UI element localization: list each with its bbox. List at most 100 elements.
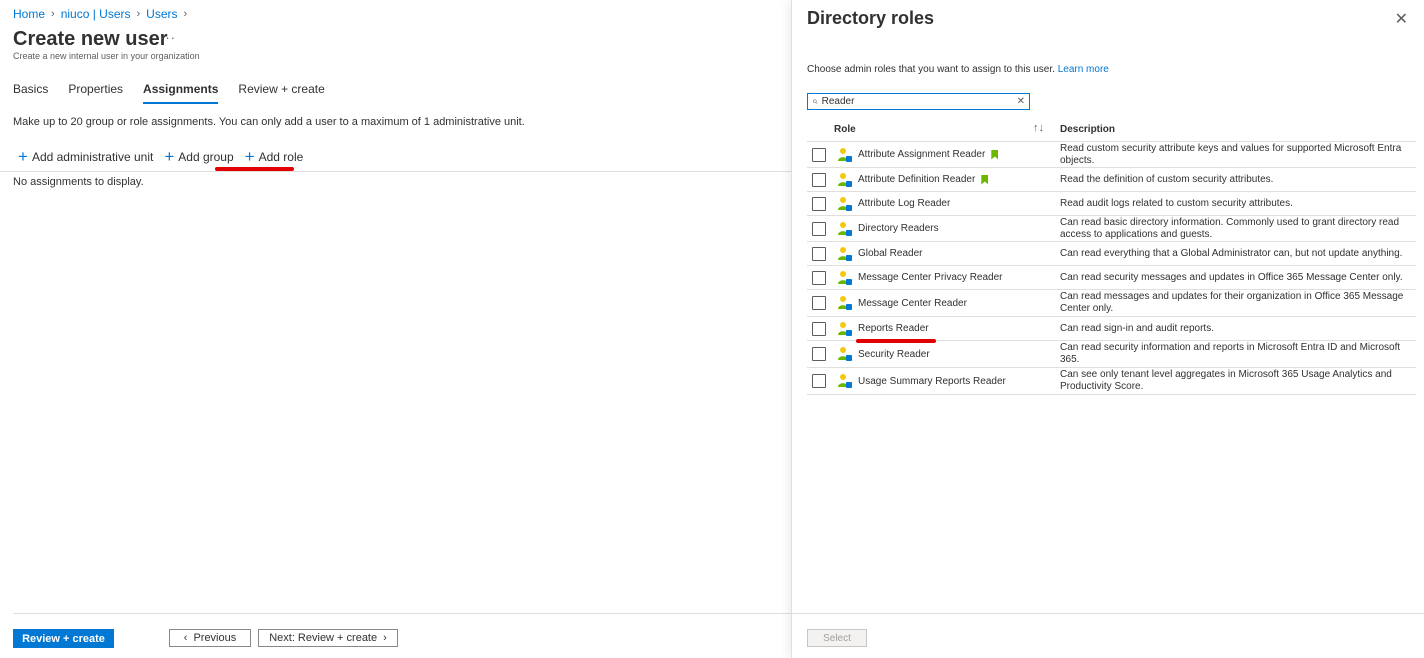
bookmark-icon xyxy=(991,149,999,160)
role-name: Attribute Definition Reader xyxy=(858,174,976,185)
clear-search-icon[interactable]: ✕ xyxy=(1017,96,1025,107)
role-checkbox[interactable] xyxy=(812,270,826,285)
breadcrumb-home[interactable]: Home xyxy=(13,7,45,21)
role-checkbox[interactable] xyxy=(812,296,826,310)
role-description: Read custom security attribute keys and … xyxy=(1060,142,1402,166)
role-name: Reports Reader xyxy=(858,323,929,334)
role-row[interactable]: Attribute Assignment Reader Read custom s… xyxy=(807,142,1416,168)
tab-assignments[interactable]: Assignments xyxy=(143,82,219,104)
role-description: Read audit logs related to custom securi… xyxy=(1060,197,1293,209)
add-group-label: Add group xyxy=(178,150,234,164)
role-name-cell: Global Reader xyxy=(858,248,922,259)
close-icon[interactable]: ✕ xyxy=(1395,9,1408,29)
role-row[interactable]: Security Reader Can read security informa… xyxy=(807,341,1416,368)
add-role-button[interactable]: + Add role xyxy=(244,147,304,166)
column-header-role[interactable]: Role xyxy=(834,124,856,135)
plus-icon: + xyxy=(164,147,175,166)
chevron-right-icon: › xyxy=(136,8,141,20)
role-name-cell: Attribute Definition Reader xyxy=(858,174,989,185)
tab-review-create[interactable]: Review + create xyxy=(238,82,324,104)
role-name: Message Center Privacy Reader xyxy=(858,272,1003,283)
role-user-icon xyxy=(837,321,853,337)
learn-more-link[interactable]: Learn more xyxy=(1058,64,1109,75)
breadcrumb-niuco-users[interactable]: niuco | Users xyxy=(61,7,131,21)
panel-description-text: Choose admin roles that you want to assi… xyxy=(807,64,1055,75)
add-role-label: Add role xyxy=(258,150,304,164)
role-name-cell: Security Reader xyxy=(858,349,930,360)
reports-reader-highlight-mark xyxy=(856,339,936,343)
role-checkbox[interactable] xyxy=(812,246,826,261)
plus-icon: + xyxy=(244,147,255,166)
role-description: Can read security messages and updates i… xyxy=(1060,271,1403,283)
search-value[interactable]: Reader xyxy=(822,96,1017,107)
role-user-icon xyxy=(837,196,853,212)
role-row[interactable]: Attribute Definition Reader Read the defi… xyxy=(807,168,1416,192)
role-name-cell: Message Center Privacy Reader xyxy=(858,272,1003,283)
panel-title: Directory roles xyxy=(807,8,935,28)
role-row[interactable]: Message Center Privacy Reader Can read se… xyxy=(807,266,1416,290)
empty-assignments-message: No assignments to display. xyxy=(13,176,144,188)
role-description: Can read basic directory information. Co… xyxy=(1060,216,1400,240)
role-row[interactable]: Global Reader Can read everything that a … xyxy=(807,242,1416,266)
role-description: Can read sign-in and audit reports. xyxy=(1060,322,1214,334)
role-user-icon xyxy=(837,172,853,188)
previous-label: Previous xyxy=(193,632,237,644)
role-row[interactable]: Usage Summary Reports Reader Can see only… xyxy=(807,368,1416,395)
panel-description: Choose admin roles that you want to assi… xyxy=(807,64,1109,75)
role-search-input[interactable]: ⌕ Reader ✕ xyxy=(807,93,1030,110)
previous-button[interactable]: ‹ Previous xyxy=(169,629,251,647)
role-checkbox[interactable] xyxy=(812,321,826,336)
role-user-icon xyxy=(837,270,853,286)
role-row[interactable]: Attribute Log Reader Read audit logs rela… xyxy=(807,192,1416,216)
role-row[interactable]: Reports Reader Can read sign-in and audit… xyxy=(807,317,1416,341)
add-administrative-unit-button[interactable]: + Add administrative unit xyxy=(18,147,153,166)
role-user-icon xyxy=(837,373,853,389)
plus-icon: + xyxy=(18,147,28,166)
page-title: Create new user xyxy=(13,28,168,50)
page-subtitle: Create a new internal user in your organ… xyxy=(13,51,200,61)
role-row[interactable]: Directory Readers Can read basic director… xyxy=(807,216,1416,242)
role-checkbox[interactable] xyxy=(812,172,826,187)
next-review-create-button[interactable]: Next: Review + create › xyxy=(258,629,398,647)
role-description: Can read messages and updates for their … xyxy=(1060,291,1404,314)
role-name-cell: Usage Summary Reports Reader xyxy=(858,376,1006,387)
next-label: Next: Review + create xyxy=(269,632,378,644)
select-button[interactable]: Select xyxy=(807,629,867,647)
role-checkbox[interactable] xyxy=(812,347,826,361)
roles-table-body: Attribute Assignment Reader Read custom s… xyxy=(807,142,1416,395)
role-name: Attribute Assignment Reader xyxy=(858,149,986,160)
bookmark-icon xyxy=(981,174,989,185)
role-checkbox[interactable] xyxy=(812,221,826,236)
add-group-button[interactable]: + Add group xyxy=(164,147,234,166)
role-name-cell: Attribute Assignment Reader xyxy=(858,149,999,160)
role-checkbox[interactable] xyxy=(812,196,826,211)
role-name: Directory Readers xyxy=(858,223,939,234)
breadcrumb-users[interactable]: Users xyxy=(146,7,177,21)
role-name-cell: Message Center Reader xyxy=(858,298,967,309)
tab-list: Basics Properties Assignments Review + c… xyxy=(13,82,325,104)
assignment-toolbar: + Add administrative unit + Add group + … xyxy=(18,147,304,166)
role-description: Can see only tenant level aggregates in … xyxy=(1060,369,1392,392)
directory-roles-panel: Directory roles ✕ Choose admin roles tha… xyxy=(791,0,1424,658)
more-options-icon[interactable]: ··· xyxy=(160,30,176,45)
role-name: Message Center Reader xyxy=(858,297,967,309)
role-row[interactable]: Message Center Reader Can read messages a… xyxy=(807,290,1416,317)
tab-basics[interactable]: Basics xyxy=(13,82,48,104)
role-name-cell: Attribute Log Reader xyxy=(858,198,950,209)
role-name: Global Reader xyxy=(858,248,923,259)
role-checkbox[interactable] xyxy=(812,374,826,388)
chevron-right-icon: › xyxy=(51,8,55,20)
chevron-right-icon: › xyxy=(183,8,188,20)
assignment-info-text: Make up to 20 group or role assignments.… xyxy=(13,116,525,128)
sort-icon[interactable]: ↑↓ xyxy=(1033,122,1044,134)
tab-properties[interactable]: Properties xyxy=(68,82,123,104)
review-create-button[interactable]: Review + create xyxy=(13,629,114,648)
search-icon: ⌕ xyxy=(812,96,818,107)
role-description: Read the definition of custom security a… xyxy=(1060,173,1274,185)
role-name: Attribute Log Reader xyxy=(858,198,951,209)
breadcrumb: Home › niuco | Users › Users › xyxy=(13,7,187,21)
role-checkbox[interactable] xyxy=(812,147,826,162)
role-user-icon xyxy=(837,246,853,262)
chevron-left-icon: ‹ xyxy=(183,632,188,644)
chevron-right-icon: › xyxy=(383,632,387,644)
